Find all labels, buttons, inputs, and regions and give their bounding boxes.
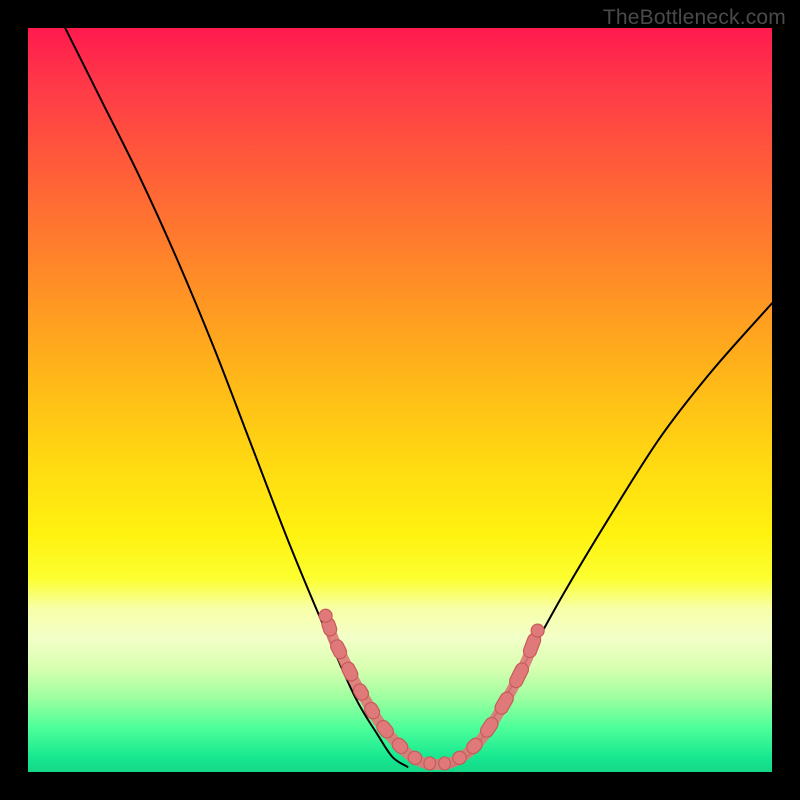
bead-end [319, 609, 332, 622]
plot-svg [28, 28, 772, 772]
curve-left [65, 28, 407, 767]
bead [507, 661, 530, 690]
watermark-text: TheBottleneck.com [603, 6, 786, 30]
bead-end [531, 624, 544, 637]
plot-area [28, 28, 772, 772]
bead-band [319, 609, 544, 770]
chart-frame: TheBottleneck.com [0, 0, 800, 800]
